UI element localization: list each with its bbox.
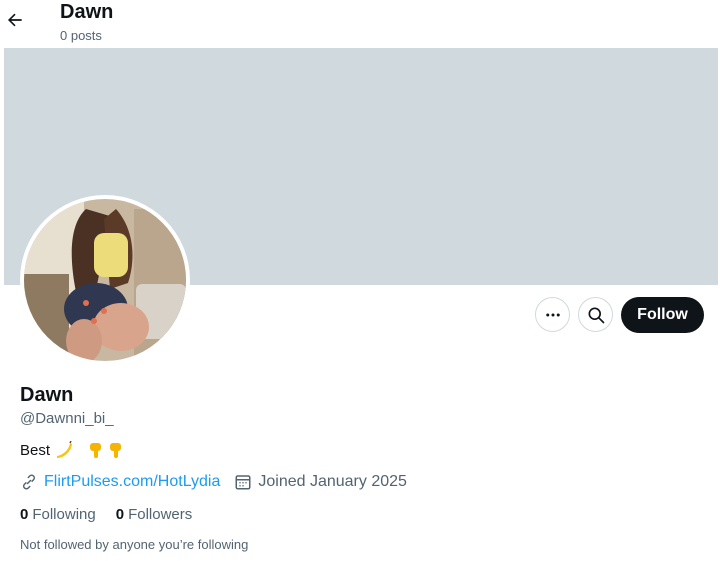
display-name: Dawn: [20, 384, 74, 406]
user-handle: @Dawnni_bi_: [20, 410, 114, 427]
followers-count: 0: [115, 506, 125, 523]
bio: Best: [20, 441, 124, 459]
more-icon: [545, 313, 560, 316]
avatar-photo: [24, 199, 186, 361]
pointing-down-emoji: [110, 443, 122, 458]
not-followed-note: Not followed by anyone you’re following: [20, 537, 249, 552]
joined-item: Joined January 2025: [234, 473, 407, 491]
profile-link-item[interactable]: FlirtPulses.com/HotLydia: [20, 473, 220, 491]
avatar[interactable]: [20, 195, 190, 365]
profile-link[interactable]: FlirtPulses.com/HotLydia: [44, 473, 220, 491]
search-icon: [588, 307, 604, 323]
following-label: Following: [32, 506, 96, 523]
following-link[interactable]: 0 Following: [20, 506, 96, 523]
link-icon: [22, 474, 36, 490]
pointing-down-emoji: [90, 443, 102, 458]
profile-meta: FlirtPulses.com/HotLydia Joined January …: [20, 473, 407, 491]
bio-text: Best: [20, 441, 51, 459]
arrow-left-icon: [8, 13, 22, 27]
more-button[interactable]: [535, 297, 570, 332]
joined-date: Joined January 2025: [258, 473, 407, 490]
back-button[interactable]: [4, 4, 26, 36]
top-bar: Dawn 0 posts: [0, 0, 720, 48]
followers-link[interactable]: 0 Followers: [116, 506, 193, 523]
follow-counts: 0 Following 0 Followers: [20, 506, 192, 523]
followers-label: Followers: [128, 506, 193, 523]
post-count: 0 posts: [60, 28, 102, 43]
follow-button[interactable]: Follow: [621, 297, 704, 333]
following-count: 0: [20, 506, 29, 523]
search-button[interactable]: [578, 297, 613, 332]
header-title: Dawn: [60, 1, 114, 23]
calendar-icon: [235, 475, 251, 490]
banana-emoji: [57, 441, 73, 458]
